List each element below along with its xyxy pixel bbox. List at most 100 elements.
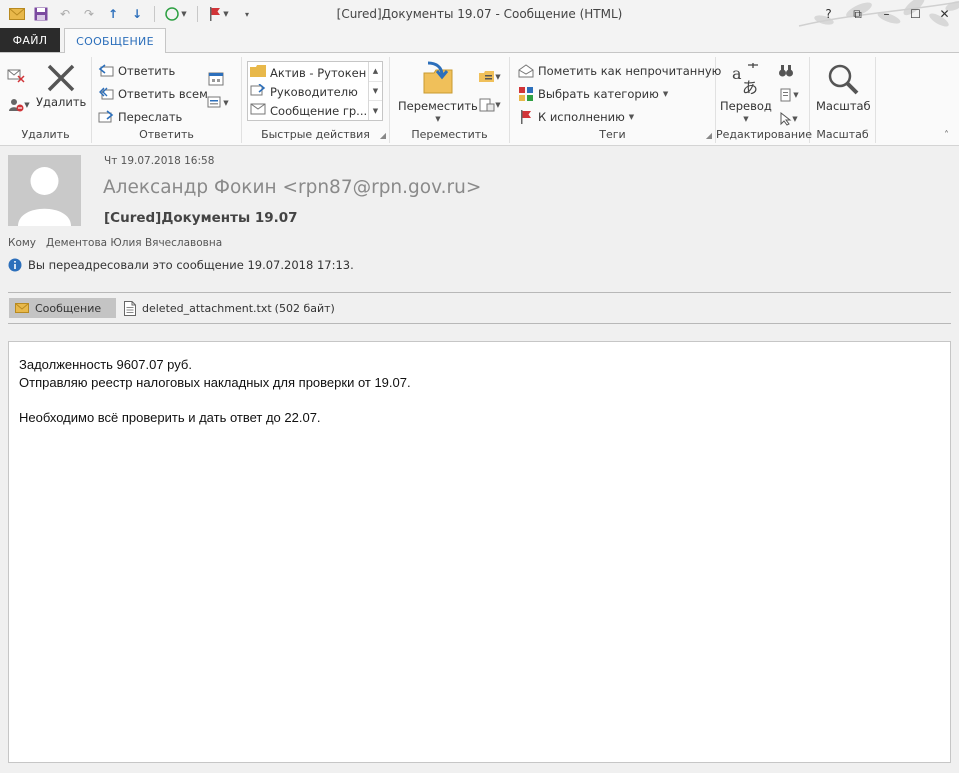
translate-dropdown-icon: ▼ — [743, 115, 749, 123]
attachment-file-size: (502 байт) — [274, 301, 335, 315]
quick-steps-scrollbar[interactable]: ▲ ▼ ▼ — [368, 62, 382, 120]
body-line: Необходимо всё проверить и дать ответ до… — [19, 409, 321, 425]
title-bar: ↶ ↷ ↑ ↓ ▼ ▼ ▾ [Cured]Документы 19.07 - С… — [0, 0, 959, 28]
group-label-editing: Редактирование — [716, 128, 812, 141]
actions-icon[interactable]: ▼ — [476, 95, 504, 115]
chevron-down-icon: ▼ — [628, 113, 635, 121]
reply-icon — [98, 63, 114, 79]
group-move: Переместить ▼ ▼ ▼ Переместить — [390, 57, 510, 143]
help-button[interactable]: ? — [814, 0, 843, 28]
divider — [8, 292, 951, 293]
tab-file[interactable]: ФАЙЛ — [0, 28, 60, 52]
translate-icon: aあ — [726, 59, 766, 99]
more-respond-icon[interactable]: ▼ — [204, 93, 232, 113]
attachment-file-name: deleted_attachment.txt — [142, 301, 272, 315]
categorize-icon — [518, 86, 534, 102]
meeting-reply-icon[interactable] — [204, 69, 228, 89]
divider — [8, 323, 951, 324]
quick-step-item[interactable]: Актив - Рутокен — [250, 63, 368, 82]
svg-text:a: a — [732, 64, 742, 83]
follow-up-button[interactable]: К исполнению ▼ — [518, 107, 634, 127]
group-respond: Ответить Ответить всем Переслать ▼ Ответ… — [92, 57, 242, 143]
group-label-tags: Теги — [599, 128, 626, 141]
text-file-icon — [124, 300, 136, 316]
body-line: Задолженность 9607.07 руб. — [19, 357, 192, 372]
reply-all-button[interactable]: Ответить всем — [98, 84, 208, 104]
forward-mail-icon — [250, 83, 266, 99]
select-icon[interactable]: ▼ — [774, 109, 804, 129]
zoom-button[interactable]: Масштаб — [816, 59, 871, 113]
forward-button[interactable]: Переслать — [98, 107, 182, 127]
maximize-button[interactable]: ☐ — [901, 0, 930, 28]
quick-step-item[interactable]: Руководителю — [250, 82, 368, 101]
group-editing: aあ Перевод ▼ ▼ ▼ Редактирование — [716, 57, 812, 143]
tab-message[interactable]: СООБЩЕНИЕ — [64, 28, 166, 53]
mark-unread-button[interactable]: Пометить как непрочитанную — [518, 61, 721, 81]
group-label-respond: Ответить — [139, 128, 194, 141]
move-dropdown-icon: ▼ — [435, 115, 441, 123]
related-icon[interactable]: ▼ — [774, 85, 804, 105]
dialog-launcher-icon[interactable]: ◢ — [706, 131, 712, 140]
categorize-button[interactable]: Выбрать категорию ▼ — [518, 84, 668, 104]
svg-text:あ: あ — [742, 78, 758, 97]
attachment-message-tab[interactable]: Сообщение — [9, 298, 116, 318]
window-controls: ? ⧉ – ☐ ✕ — [814, 0, 959, 28]
close-button[interactable]: ✕ — [930, 0, 959, 28]
group-tags: Пометить как непрочитанную Выбрать катег… — [510, 57, 721, 143]
folder-icon — [250, 65, 266, 80]
delete-x-icon — [44, 61, 78, 95]
move-folder-icon — [418, 59, 458, 99]
group-delete: ▼ Удалить Удалить — [0, 57, 92, 143]
info-icon — [8, 258, 22, 272]
move-label: Переместить — [398, 99, 478, 113]
ribbon-display-button[interactable]: ⧉ — [843, 0, 872, 28]
minimize-button[interactable]: – — [872, 0, 901, 28]
sent-date: Чт 19.07.2018 16:58 — [104, 155, 215, 167]
ribbon: ▼ Удалить Удалить Ответить Ответить всем… — [0, 52, 959, 146]
group-zoom: Масштаб Масштаб — [810, 57, 876, 143]
zoom-label: Масштаб — [816, 99, 871, 113]
reply-button[interactable]: Ответить — [98, 61, 175, 81]
info-bar: Вы переадресовали это сообщение 19.07.20… — [8, 258, 354, 272]
attachment-file[interactable]: deleted_attachment.txt (502 байт) — [124, 298, 335, 318]
message-header: Чт 19.07.2018 16:58 Александр Фокин <rpn… — [0, 147, 959, 337]
dialog-launcher-icon[interactable]: ◢ — [380, 131, 386, 140]
sender-name[interactable]: Александр Фокин <rpn87@rpn.gov.ru> — [103, 177, 481, 198]
body-line — [19, 391, 940, 409]
move-button[interactable]: Переместить ▼ — [398, 59, 478, 123]
to-label: Кому — [8, 237, 37, 249]
avatar — [8, 155, 81, 226]
group-label-delete: Удалить — [21, 128, 70, 141]
body-line: Отправляю реестр налоговых накладных для… — [19, 374, 411, 390]
recipients-line: Кому Дементова Юлия Вячеславовна — [8, 237, 222, 249]
ribbon-tabs: ФАЙЛ СООБЩЕНИЕ — [0, 28, 959, 53]
forward-icon — [98, 109, 114, 125]
group-label-move: Переместить — [411, 128, 488, 141]
flag-icon — [518, 109, 534, 125]
group-label-quick-steps: Быстрые действия — [261, 128, 370, 141]
collapse-ribbon-icon[interactable]: ˄ — [944, 130, 949, 141]
message-subject: [Cured]Документы 19.07 — [104, 210, 298, 226]
scroll-up-icon[interactable]: ▲ — [369, 62, 382, 82]
delete-button[interactable]: Удалить — [36, 61, 86, 109]
translate-label: Перевод — [720, 99, 772, 113]
recipient-name[interactable]: Дементова Юлия Вячеславовна — [46, 237, 222, 249]
expand-gallery-icon[interactable]: ▼ — [369, 101, 382, 120]
translate-button[interactable]: aあ Перевод ▼ — [720, 59, 772, 123]
envelope-unread-icon — [518, 63, 534, 79]
chevron-down-icon: ▼ — [662, 90, 669, 98]
quick-step-item[interactable]: Сообщение гр... — [250, 101, 368, 120]
info-text: Вы переадресовали это сообщение 19.07.20… — [28, 258, 354, 272]
junk-icon[interactable]: ▼ — [4, 95, 34, 115]
delete-label: Удалить — [36, 95, 87, 109]
ignore-icon[interactable] — [4, 65, 28, 85]
magnifier-icon — [823, 59, 863, 99]
find-icon[interactable] — [774, 61, 798, 81]
reply-all-icon — [98, 86, 114, 102]
group-label-zoom: Масштаб — [816, 128, 869, 141]
rules-icon[interactable]: ▼ — [476, 67, 504, 87]
new-mail-icon — [250, 103, 266, 118]
envelope-icon — [15, 303, 29, 313]
message-body[interactable]: Задолженность 9607.07 руб. Отправляю рее… — [8, 341, 951, 763]
scroll-down-icon[interactable]: ▼ — [369, 82, 382, 102]
